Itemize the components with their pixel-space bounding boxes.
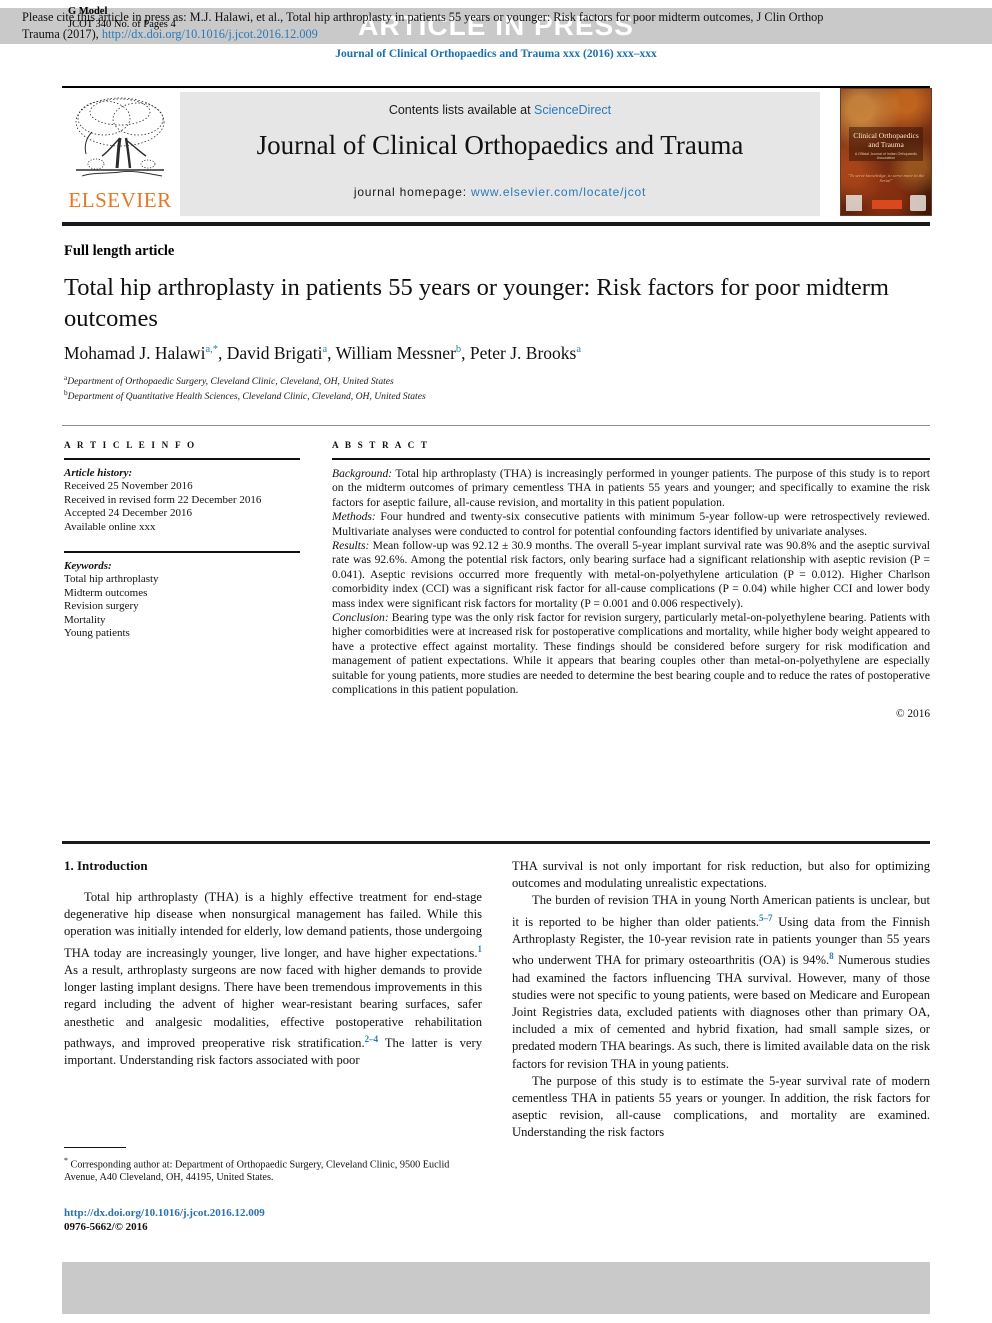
history-item: Received 25 November 2016 xyxy=(64,480,193,493)
author-affil-marker: a xyxy=(576,344,582,356)
author-list: Mohamad J. Halawia,*, David Brigatia, Wi… xyxy=(64,343,582,363)
abstract-block-bottom-rule xyxy=(62,841,930,844)
article-history-block: Article history: Received 25 November 20… xyxy=(64,467,300,534)
history-item: Accepted 24 December 2016 xyxy=(64,507,192,520)
author-affil-marker: b xyxy=(455,344,462,356)
article-info-column: A R T I C L E I N F O Article history: R… xyxy=(64,440,300,640)
keywords-label: Keywords: xyxy=(64,560,112,573)
cover-subtitle: A Official Journal of Indian Orthopaedic… xyxy=(854,152,918,160)
doi-link[interactable]: http://dx.doi.org/10.1016/j.jcot.2016.12… xyxy=(64,1206,484,1220)
abstract-background: Background: Total hip arthroplasty (THA)… xyxy=(332,467,930,510)
g-model-line-2: JCOT 340 No. of Pages 4 xyxy=(68,18,176,30)
keywords-block: Keywords: Total hip arthroplasty Midterm… xyxy=(64,551,300,640)
issn-copyright-line: 0976-5662/© 2016 xyxy=(64,1221,148,1233)
abstract-conclusion-text: Bearing type was the only risk factor fo… xyxy=(332,611,930,697)
citation-footer-box xyxy=(62,1262,930,1314)
intro-rp2-part3: Numerous studies had examined the factor… xyxy=(512,953,930,1071)
intro-paragraph-1: Total hip arthroplasty (THA) is a highly… xyxy=(64,889,482,1069)
journal-reference-line: Journal of Clinical Orthopaedics and Tra… xyxy=(335,48,657,60)
abstract-results-label: Results: xyxy=(332,539,370,553)
corresponding-author-footnote: * Corresponding author at: Department of… xyxy=(64,1154,484,1184)
footnote-text: Corresponding author at: Department of O… xyxy=(64,1159,450,1184)
keyword-item: Total hip arthroplasty xyxy=(64,573,159,586)
elsevier-tree-icon xyxy=(68,92,172,186)
keyword-item: Mortality xyxy=(64,613,106,626)
cover-title-line-2: and Trauma xyxy=(868,140,904,149)
page-title: Total hip arthroplasty in patients 55 ye… xyxy=(64,274,889,332)
intro-p1-part1: Total hip arthroplasty (THA) is a highly… xyxy=(64,890,482,960)
abstract-methods-text: Four hundred and twenty-six consecutive … xyxy=(332,510,930,538)
affiliations: aDepartment of Orthopaedic Surgery, Clev… xyxy=(64,373,764,403)
affiliation-a-text: Department of Orthopaedic Surgery, Cleve… xyxy=(67,376,394,388)
g-model-block: G Model JCOT 340 No. of Pages 4 xyxy=(68,6,176,31)
journal-homepage-line: journal homepage: www.elsevier.com/locat… xyxy=(180,185,820,199)
keywords-rule xyxy=(64,551,300,554)
history-item: Received in revised form 22 December 201… xyxy=(64,493,262,506)
masthead-bottom-rule xyxy=(62,222,930,226)
abstract-conclusion: Conclusion: Bearing type was the only ri… xyxy=(332,611,930,697)
abstract-conclusion-label: Conclusion: xyxy=(332,611,389,625)
abstract-methods: Methods: Four hundred and twenty-six con… xyxy=(332,510,930,539)
abstract-body: Background: Total hip arthroplasty (THA)… xyxy=(332,467,930,721)
g-model-line-1: G Model xyxy=(68,6,108,17)
elsevier-wordmark: ELSEVIER xyxy=(68,188,172,212)
homepage-prefix: journal homepage: xyxy=(353,185,471,199)
keywords-list: Keywords: Total hip arthroplasty Midterm… xyxy=(64,560,300,640)
cover-tagline: "To serve knowledge, to serve more in th… xyxy=(847,173,925,183)
affiliation-b: bDepartment of Quantitative Health Scien… xyxy=(64,388,764,403)
masthead-top-rule xyxy=(62,86,930,88)
article-history-label: Article history: xyxy=(64,467,133,479)
article-page: ARTICLE IN PRESS G Model JCOT 340 No. of… xyxy=(0,0,992,1323)
affiliation-b-text: Department of Quantitative Health Scienc… xyxy=(67,390,426,402)
journal-title: Journal of Clinical Orthopaedics and Tra… xyxy=(256,130,744,160)
abstract-background-text: Total hip arthroplasty (THA) is increasi… xyxy=(332,467,930,509)
abstract-methods-label: Methods: xyxy=(332,510,376,524)
introduction-right-text: THA survival is not only important for r… xyxy=(512,858,930,1142)
intro-right-paragraph-2: The burden of revision THA in young Nort… xyxy=(512,892,930,1072)
citation-ref-1[interactable]: 1 xyxy=(478,944,483,954)
journal-homepage-link[interactable]: www.elsevier.com/locate/jcot xyxy=(471,185,646,199)
citation-ref-5-7[interactable]: 5–7 xyxy=(759,913,773,923)
introduction-left-text: Total hip arthroplasty (THA) is a highly… xyxy=(64,889,482,1069)
abstract-background-label: Background: xyxy=(332,467,393,480)
journal-masthead: ELSEVIER Contents lists available at Sci… xyxy=(62,86,932,218)
cover-badge-right-icon xyxy=(910,195,926,211)
keyword-item: Midterm outcomes xyxy=(64,586,148,599)
affiliation-a: aDepartment of Orthopaedic Surgery, Clev… xyxy=(64,373,764,388)
cover-title-line-1: Clinical Orthopaedics xyxy=(853,131,919,140)
doi-block: http://dx.doi.org/10.1016/j.jcot.2016.12… xyxy=(64,1206,484,1234)
introduction-heading: 1. Introduction xyxy=(64,858,148,873)
abstract-copyright: © 2016 xyxy=(895,707,930,720)
sciencedirect-link[interactable]: ScienceDirect xyxy=(534,103,611,117)
masthead-center-panel: Contents lists available at ScienceDirec… xyxy=(180,92,820,216)
keyword-item: Revision surgery xyxy=(64,600,139,613)
abstract-column: A B S T R A C T Background: Total hip ar… xyxy=(332,440,930,721)
body-column-right: THA survival is not only important for r… xyxy=(512,858,930,1142)
contents-prefix: Contents lists available at xyxy=(388,103,535,117)
abstract-heading: A B S T R A C T xyxy=(332,440,430,450)
abstract-results: Results: Mean follow-up was 92.12 ± 30.9… xyxy=(332,539,930,611)
article-type-label: Full length article xyxy=(64,243,175,259)
author-affil-marker: a xyxy=(322,344,328,356)
body-column-left: 1. Introduction Total hip arthroplasty (… xyxy=(64,858,482,1069)
abstract-block-top-rule xyxy=(62,425,930,426)
journal-cover-thumbnail: Clinical Orthopaedics and Trauma A Offic… xyxy=(840,88,932,216)
cover-badge-center-icon xyxy=(872,200,902,209)
article-info-heading: A R T I C L E I N F O xyxy=(64,440,197,450)
keyword-item: Young patients xyxy=(64,627,130,640)
elsevier-logo: ELSEVIER xyxy=(64,92,176,216)
citation-ref-2-4[interactable]: 2–4 xyxy=(365,1034,379,1044)
contents-lists-line: Contents lists available at ScienceDirec… xyxy=(180,103,820,117)
abstract-results-text: Mean follow-up was 92.12 ± 30.9 months. … xyxy=(332,539,930,610)
footnote-rule xyxy=(64,1147,126,1149)
intro-right-paragraph-3: The purpose of this study is to estimate… xyxy=(512,1073,930,1140)
abstract-rule xyxy=(332,458,930,460)
cover-title-band: Clinical Orthopaedics and Trauma A Offic… xyxy=(849,127,923,161)
intro-right-paragraph-1: THA survival is not only important for r… xyxy=(512,859,930,891)
history-item: Available online xxx xyxy=(64,520,156,533)
article-info-rule xyxy=(64,458,300,460)
cover-badge-left-icon xyxy=(846,195,862,211)
author-affil-marker: a,* xyxy=(205,344,218,356)
